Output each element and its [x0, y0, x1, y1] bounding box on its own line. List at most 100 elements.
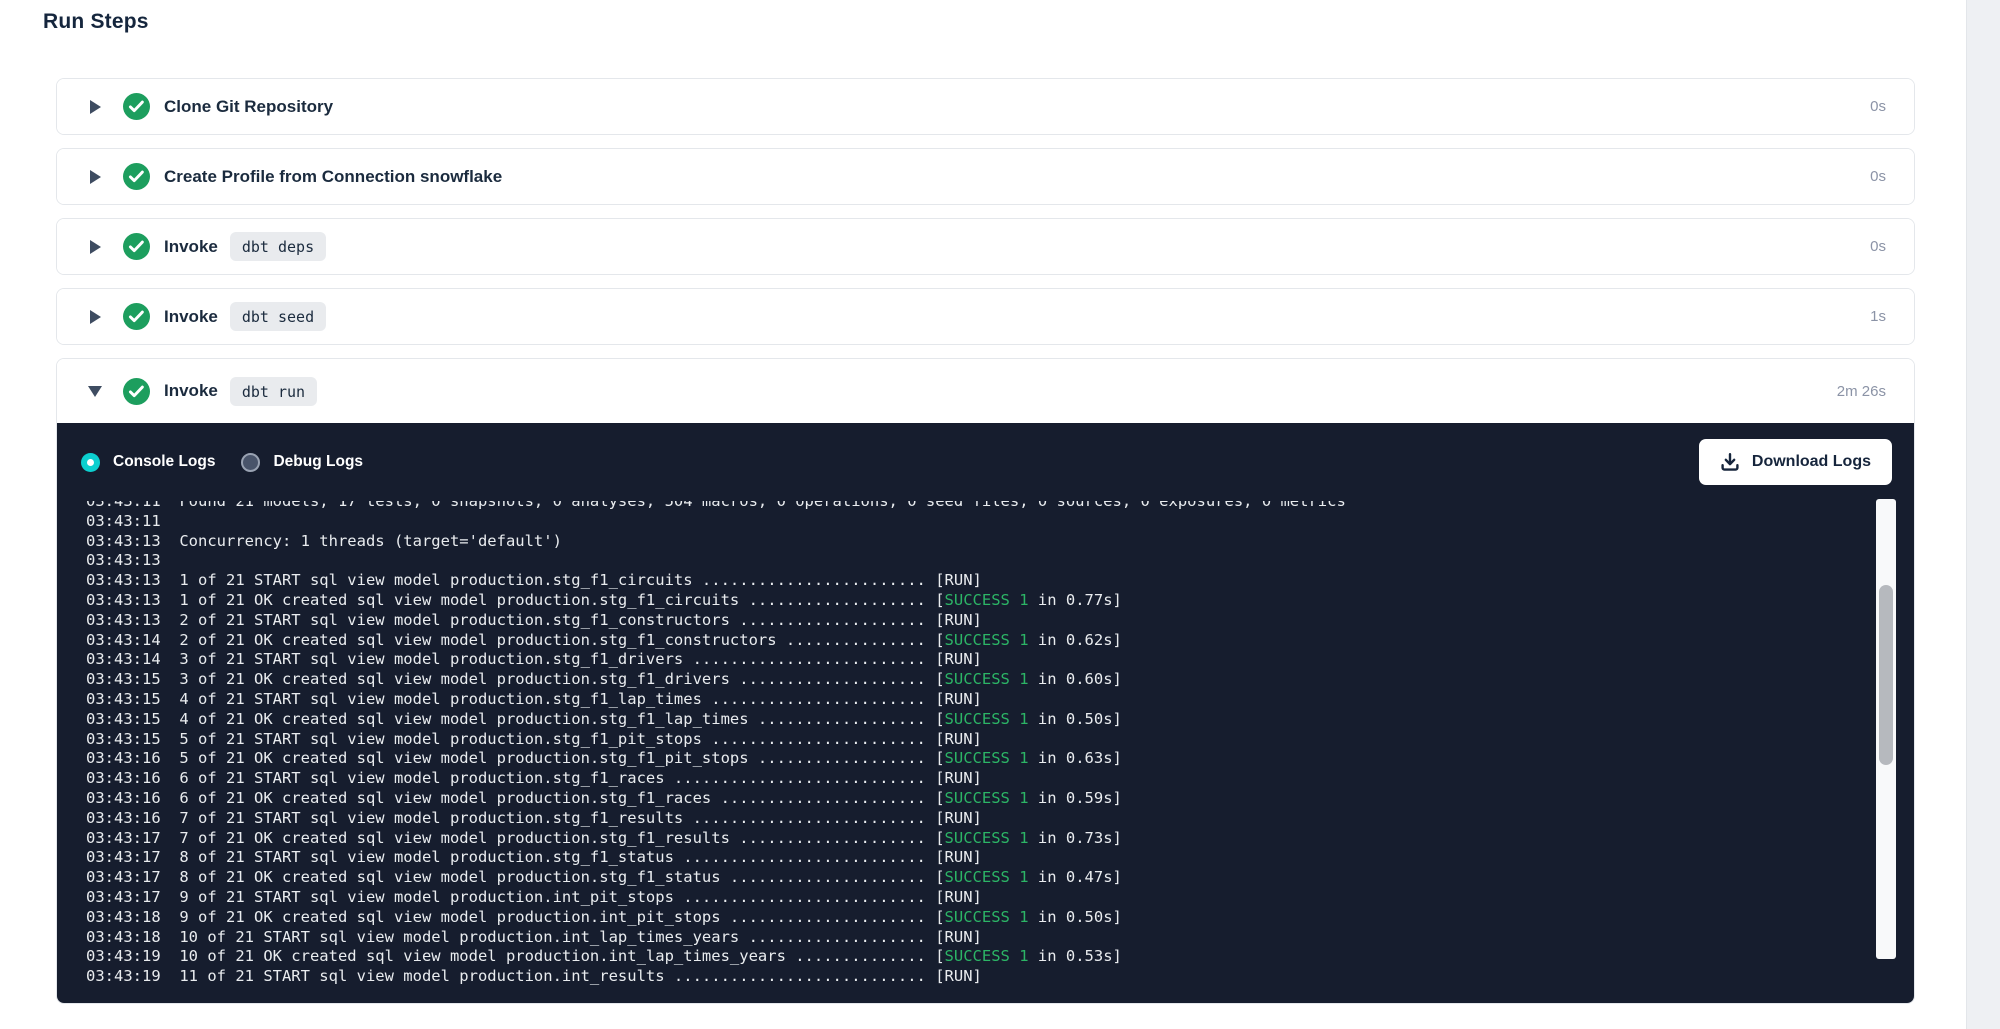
- log-timestamp: 03:43:16: [86, 789, 179, 807]
- expand-caret-icon[interactable]: [88, 240, 102, 254]
- log-line: 03:43:15 4 of 21 START sql view model pr…: [86, 690, 1914, 710]
- expand-caret-icon[interactable]: [88, 384, 102, 398]
- log-line: 03:43:16 6 of 21 OK created sql view mod…: [86, 789, 1914, 809]
- step-command-badge: dbt deps: [230, 232, 326, 261]
- step-command-badge: dbt seed: [230, 302, 326, 331]
- log-message: 9 of 21 START sql view model production.…: [179, 888, 926, 906]
- download-icon: [1720, 452, 1740, 472]
- log-line: 03:43:17 9 of 21 START sql view model pr…: [86, 888, 1914, 908]
- log-line: 03:43:16 6 of 21 START sql view model pr…: [86, 769, 1914, 789]
- log-timestamp: 03:43:13: [86, 571, 179, 589]
- log-message: 3 of 21 START sql view model production.…: [179, 650, 926, 668]
- debug-logs-radio[interactable]: Debug Logs: [241, 453, 363, 472]
- success-check-icon: [123, 163, 150, 190]
- log-timestamp: 03:43:15: [86, 730, 179, 748]
- log-timestamp: 03:43:11: [86, 501, 179, 510]
- log-timestamp: 03:43:14: [86, 650, 179, 668]
- log-status: [RUN]: [926, 967, 982, 985]
- console-logs-radio[interactable]: Console Logs: [81, 453, 215, 472]
- log-message: 8 of 21 OK created sql view model produc…: [179, 868, 926, 886]
- caret-right-icon: [90, 240, 101, 254]
- log-line: 03:43:18 10 of 21 START sql view model p…: [86, 928, 1914, 948]
- log-line: 03:43:16 5 of 21 OK created sql view mod…: [86, 749, 1914, 769]
- log-timestamp: 03:43:13: [86, 551, 179, 569]
- run-step-card: Invoke dbt seed 1s: [56, 288, 1915, 345]
- log-line: 03:43:11 Found 21 models, 17 tests, 0 sn…: [86, 501, 1914, 512]
- log-message: 10 of 21 OK created sql view model produ…: [179, 947, 926, 965]
- log-line: 03:43:17 7 of 21 OK created sql view mod…: [86, 829, 1914, 849]
- run-step-header[interactable]: Invoke dbt deps 0s: [57, 219, 1914, 274]
- expand-caret-icon[interactable]: [88, 170, 102, 184]
- caret-down-icon: [88, 386, 102, 397]
- run-step-header[interactable]: Invoke dbt seed 1s: [57, 289, 1914, 344]
- log-status: [SUCCESS 1 in 0.73s]: [926, 829, 1122, 847]
- log-timestamp: 03:43:17: [86, 829, 179, 847]
- step-label: Create Profile from Connection snowflake: [164, 167, 502, 187]
- console-log-output[interactable]: 03:43:11 Found 21 models, 17 tests, 0 sn…: [57, 501, 1914, 1003]
- log-status: [RUN]: [926, 611, 982, 629]
- log-line: 03:43:13 1 of 21 START sql view model pr…: [86, 571, 1914, 591]
- run-step-header[interactable]: Clone Git Repository 0s: [57, 79, 1914, 134]
- log-timestamp: 03:43:11: [86, 512, 179, 530]
- log-timestamp: 03:43:13: [86, 532, 179, 550]
- log-timestamp: 03:43:15: [86, 670, 179, 688]
- log-timestamp: 03:43:14: [86, 631, 179, 649]
- log-timestamp: 03:43:15: [86, 710, 179, 728]
- log-message: 2 of 21 START sql view model production.…: [179, 611, 926, 629]
- log-status: [RUN]: [926, 769, 982, 787]
- log-line: 03:43:14 3 of 21 START sql view model pr…: [86, 650, 1914, 670]
- log-scrollbar-thumb[interactable]: [1879, 585, 1893, 765]
- log-status: [RUN]: [926, 809, 982, 827]
- log-timestamp: 03:43:16: [86, 809, 179, 827]
- debug-logs-label: Debug Logs: [273, 453, 363, 471]
- step-duration: 1s: [1870, 308, 1886, 325]
- log-status: [RUN]: [926, 650, 982, 668]
- log-status: [SUCCESS 1 in 0.50s]: [926, 908, 1122, 926]
- step-label: Clone Git Repository: [164, 97, 333, 117]
- log-timestamp: 03:43:13: [86, 611, 179, 629]
- log-timestamp: 03:43:18: [86, 908, 179, 926]
- log-timestamp: 03:43:17: [86, 848, 179, 866]
- log-timestamp: 03:43:16: [86, 749, 179, 767]
- log-line: 03:43:19 10 of 21 OK created sql view mo…: [86, 947, 1914, 967]
- download-logs-button[interactable]: Download Logs: [1699, 439, 1892, 485]
- log-message: 10 of 21 START sql view model production…: [179, 928, 926, 946]
- log-message: 11 of 21 START sql view model production…: [179, 967, 926, 985]
- log-status: [RUN]: [926, 848, 982, 866]
- log-content: 03:43:11 Found 21 models, 17 tests, 0 sn…: [57, 501, 1914, 987]
- log-status: [SUCCESS 1 in 0.63s]: [926, 749, 1122, 767]
- caret-right-icon: [90, 100, 101, 114]
- log-message: 6 of 21 OK created sql view model produc…: [179, 789, 926, 807]
- run-step-card: Invoke dbt run 2m 26s Console Logs Debug…: [56, 358, 1915, 1004]
- log-timestamp: 03:43:17: [86, 888, 179, 906]
- expand-caret-icon[interactable]: [88, 100, 102, 114]
- log-status: [RUN]: [926, 888, 982, 906]
- log-scrollbar[interactable]: [1876, 499, 1896, 959]
- step-duration: 2m 26s: [1837, 383, 1886, 400]
- log-timestamp: 03:43:18: [86, 928, 179, 946]
- log-message: 8 of 21 START sql view model production.…: [179, 848, 926, 866]
- success-check-icon: [123, 233, 150, 260]
- log-message: Found 21 models, 17 tests, 0 snapshots, …: [179, 501, 1345, 510]
- run-step-header[interactable]: Invoke dbt run 2m 26s: [57, 359, 1914, 423]
- radio-unselected-icon: [241, 453, 260, 472]
- log-line: 03:43:15 4 of 21 OK created sql view mod…: [86, 710, 1914, 730]
- step-duration: 0s: [1870, 98, 1886, 115]
- run-step-header[interactable]: Create Profile from Connection snowflake…: [57, 149, 1914, 204]
- log-message: 3 of 21 OK created sql view model produc…: [179, 670, 926, 688]
- log-status: [RUN]: [926, 928, 982, 946]
- step-duration: 0s: [1870, 238, 1886, 255]
- success-check-icon: [123, 93, 150, 120]
- log-timestamp: 03:43:19: [86, 947, 179, 965]
- log-message: 5 of 21 START sql view model production.…: [179, 730, 926, 748]
- log-message: 4 of 21 OK created sql view model produc…: [179, 710, 926, 728]
- log-message: 1 of 21 OK created sql view model produc…: [179, 591, 926, 609]
- log-line: 03:43:15 3 of 21 OK created sql view mod…: [86, 670, 1914, 690]
- log-message: 9 of 21 OK created sql view model produc…: [179, 908, 926, 926]
- log-status: [RUN]: [926, 690, 982, 708]
- log-message: 1 of 21 START sql view model production.…: [179, 571, 926, 589]
- log-line: 03:43:17 8 of 21 OK created sql view mod…: [86, 868, 1914, 888]
- expand-caret-icon[interactable]: [88, 310, 102, 324]
- log-message: 2 of 21 OK created sql view model produc…: [179, 631, 926, 649]
- log-status: [SUCCESS 1 in 0.47s]: [926, 868, 1122, 886]
